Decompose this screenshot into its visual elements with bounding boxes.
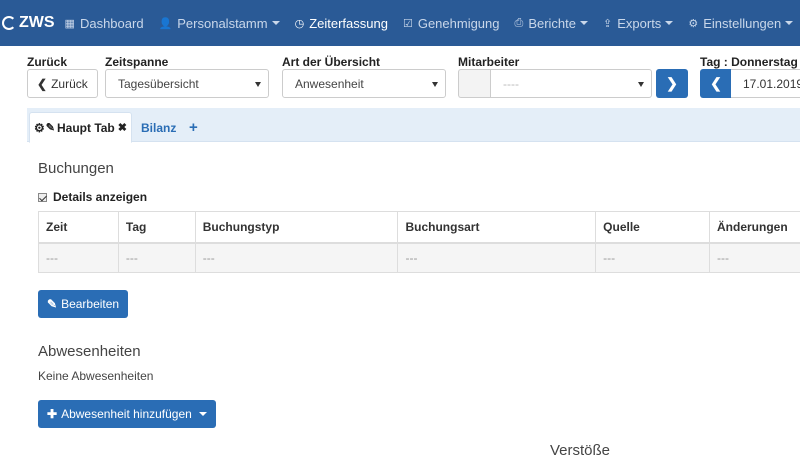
- mitarbeiter-label: Mitarbeiter: [458, 55, 520, 69]
- plus-icon: +: [189, 119, 198, 136]
- edit-icon: ✎: [47, 297, 58, 311]
- table-cell: ---: [709, 242, 800, 273]
- col-aenderungen[interactable]: Änderungen: [709, 211, 800, 244]
- tab-haupt-label: Haupt Tab: [56, 120, 115, 135]
- nav-item-genehmigung[interactable]: ☑ Genehmigung: [403, 16, 500, 31]
- caret-down-icon: [580, 21, 589, 25]
- date-input[interactable]: 17.01.2019: [731, 69, 800, 98]
- zeitspanne-select[interactable]: Tagesübersicht: [105, 69, 269, 98]
- buchungen-table: Zeit Tag Buchungstyp Buchungsart Quelle …: [38, 211, 800, 273]
- table-cell: ---: [397, 242, 597, 273]
- zeitspanne-value: Tagesübersicht: [118, 76, 199, 91]
- user-icon: 👤: [158, 17, 173, 30]
- caret-down-icon: [432, 82, 438, 87]
- caret-down-icon: [271, 21, 280, 25]
- edit-button-label: Bearbeiten: [61, 297, 120, 311]
- col-zeit[interactable]: Zeit: [38, 211, 119, 244]
- caret-down-icon: [665, 21, 674, 25]
- tag-label: Tag : Donnerstag: [700, 55, 798, 69]
- nav-item-label: Berichte: [528, 15, 577, 31]
- prev-day-button[interactable]: ❮: [700, 69, 732, 98]
- details-label: Details anzeigen: [53, 190, 148, 204]
- edit-icon[interactable]: ✎: [46, 121, 55, 134]
- tab-bilanz[interactable]: Bilanz: [141, 112, 176, 143]
- caret-down-icon: [785, 21, 794, 25]
- col-buchungstyp[interactable]: Buchungstyp: [194, 211, 399, 244]
- caret-down-icon: [198, 412, 207, 416]
- nav-item-label: Exports: [617, 15, 662, 31]
- chevron-right-icon: ❯: [666, 75, 678, 91]
- grid-icon: ▦: [64, 17, 75, 30]
- details-checkbox-row[interactable]: Details anzeigen: [38, 190, 147, 204]
- next-employee-button[interactable]: ❯: [656, 69, 688, 98]
- top-navbar: ZWS ▦ Dashboard 👤 Personalstamm ◷ Zeiterfassu…: [0, 0, 800, 46]
- nav-item-label: Zeiterfassung: [309, 15, 388, 31]
- mitarbeiter-value: ----: [503, 76, 519, 91]
- mitarbeiter-prefix: [458, 69, 491, 98]
- col-tag[interactable]: Tag: [117, 211, 196, 244]
- back-button-label: Zurück: [51, 76, 88, 91]
- plus-icon: ✚: [47, 407, 58, 421]
- table-header-row: Zeit Tag Buchungstyp Buchungsart Quelle …: [38, 211, 800, 244]
- nav-item-berichte[interactable]: ⎙ Berichte: [515, 16, 589, 31]
- table-row: --- --- --- --- --- ---: [38, 242, 800, 273]
- no-absences-text: Keine Abwesenheiten: [38, 369, 154, 383]
- close-icon[interactable]: ✖: [118, 121, 127, 134]
- gear-icon[interactable]: ⚙: [34, 121, 45, 135]
- abwesenheiten-title: Abwesenheiten: [38, 343, 141, 360]
- filter-bar: Zurück ❮ Zurück Zeitspanne Tagesübersich…: [0, 46, 800, 108]
- caret-down-icon: [255, 82, 261, 87]
- chevron-left-icon: ❮: [710, 75, 722, 91]
- verstoesse-title: Verstöße: [550, 442, 611, 455]
- zeitspanne-label: Zeitspanne: [105, 55, 169, 69]
- edit-button[interactable]: ✎ Bearbeiten: [38, 290, 129, 318]
- caret-down-icon: [638, 82, 644, 87]
- uebersicht-value: Anwesenheit: [295, 76, 364, 91]
- export-icon: ⇪: [603, 17, 613, 30]
- table-cell: ---: [194, 242, 399, 273]
- check-square-icon: ☑: [402, 17, 413, 30]
- tab-haupt[interactable]: ⚙ ✎ Haupt Tab ✖: [29, 112, 132, 143]
- nav-item-einstellungen[interactable]: ⚙ Einstellungen: [688, 15, 794, 31]
- tab-bar: ⚙ ✎ Haupt Tab ✖ Bilanz +: [27, 108, 800, 143]
- nav-menu: ▦ Dashboard 👤 Personalstamm ◷ Zeiterfassung ☑ G…: [65, 16, 800, 31]
- brand-logo[interactable]: ZWS: [0, 14, 55, 32]
- details-checkbox[interactable]: [38, 192, 47, 202]
- table-cell: ---: [117, 242, 196, 273]
- table-cell: ---: [38, 242, 119, 273]
- nav-item-exports[interactable]: ⇪ Exports: [603, 15, 674, 31]
- nav-item-personalstamm[interactable]: 👤 Personalstamm: [159, 16, 280, 31]
- uebersicht-label: Art der Übersicht: [282, 55, 381, 69]
- back-button[interactable]: ❮ Zurück: [27, 69, 98, 98]
- nav-item-label: Genehmigung: [417, 15, 500, 31]
- uebersicht-select[interactable]: Anwesenheit: [282, 69, 446, 98]
- nav-item-label: Personalstamm: [177, 15, 268, 31]
- zws-logo-icon: [2, 16, 16, 30]
- print-icon: ⎙: [514, 16, 524, 29]
- nav-item-label: Dashboard: [79, 15, 144, 31]
- add-tab-button[interactable]: +: [189, 112, 198, 143]
- gear-icon: ⚙: [688, 17, 699, 30]
- clock-icon: ◷: [294, 17, 305, 30]
- nav-item-dashboard[interactable]: ▦ Dashboard: [65, 16, 144, 31]
- mitarbeiter-select[interactable]: ----: [490, 69, 652, 98]
- main-content: ⚙ ✎ Haupt Tab ✖ Bilanz + Buchungen Detai…: [27, 108, 800, 455]
- nav-item-zeiterfassung[interactable]: ◷ Zeiterfassung: [295, 16, 388, 31]
- col-buchungsart[interactable]: Buchungsart: [397, 211, 597, 244]
- nav-item-label: Einstellungen: [703, 15, 782, 31]
- add-absence-button[interactable]: ✚ Abwesenheit hinzufügen: [38, 400, 216, 428]
- back-label: Zurück: [27, 55, 68, 69]
- add-absence-label: Abwesenheit hinzufügen: [61, 407, 192, 421]
- col-quelle[interactable]: Quelle: [595, 211, 710, 244]
- brand-name: ZWS: [19, 14, 55, 31]
- table-cell: ---: [595, 242, 710, 273]
- chevron-left-icon: ❮: [37, 76, 48, 91]
- buchungen-title: Buchungen: [38, 160, 114, 177]
